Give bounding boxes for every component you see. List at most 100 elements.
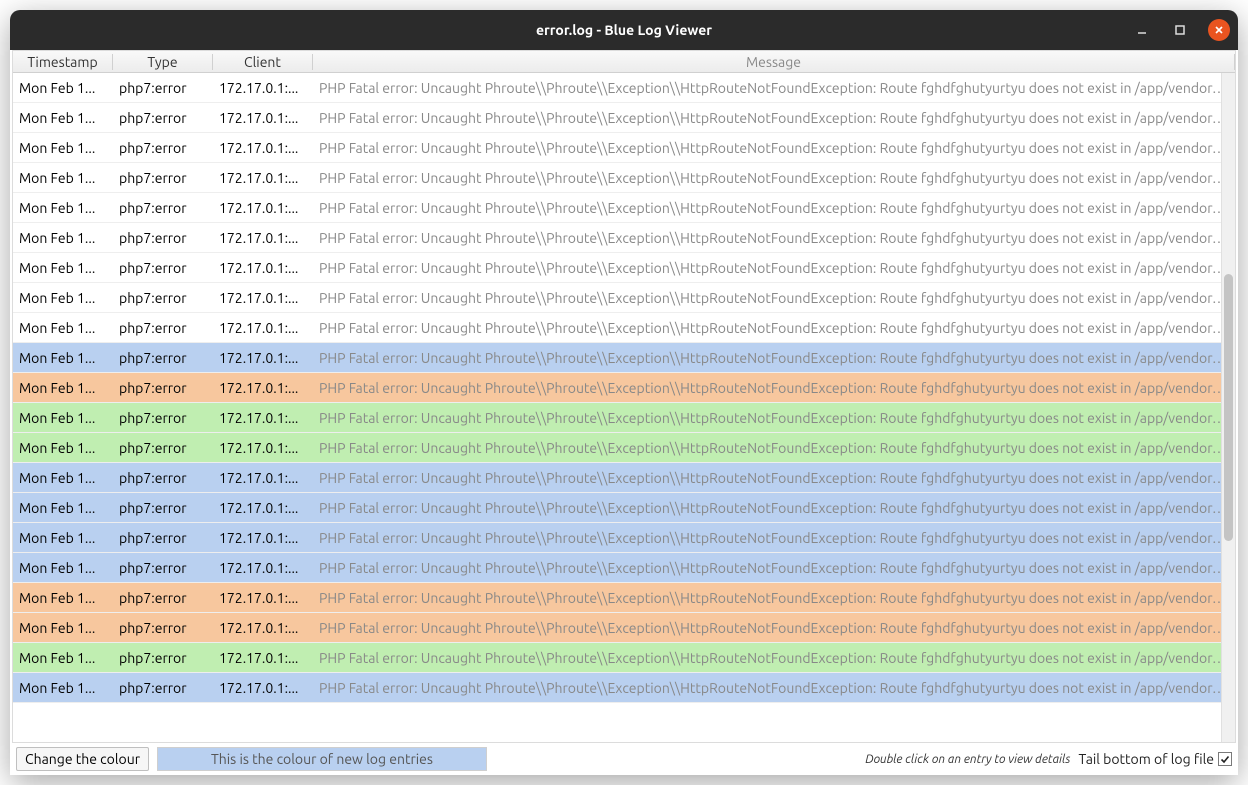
- cell-type: php7:error: [113, 650, 213, 666]
- cell-type: php7:error: [113, 410, 213, 426]
- content-area: Timestamp Type Client Message Mon Feb 1.…: [10, 50, 1238, 775]
- cell-type: php7:error: [113, 260, 213, 276]
- cell-client: 172.17.0.1:...: [213, 260, 313, 276]
- window-frame: error.log - Blue Log Viewer Timestamp Ty…: [10, 10, 1238, 775]
- cell-message: PHP Fatal error: Uncaught Phroute\\Phrou…: [313, 380, 1235, 396]
- cell-type: php7:error: [113, 440, 213, 456]
- cell-timestamp: Mon Feb 1...: [13, 200, 113, 216]
- cell-timestamp: Mon Feb 1...: [13, 110, 113, 126]
- tail-label-text: Tail bottom of log file: [1078, 751, 1214, 767]
- cell-type: php7:error: [113, 320, 213, 336]
- cell-type: php7:error: [113, 290, 213, 306]
- cell-client: 172.17.0.1:...: [213, 380, 313, 396]
- cell-timestamp: Mon Feb 1...: [13, 140, 113, 156]
- tail-label[interactable]: Tail bottom of log file: [1078, 751, 1232, 767]
- cell-message: PHP Fatal error: Uncaught Phroute\\Phrou…: [313, 230, 1235, 246]
- table-row[interactable]: Mon Feb 1...php7:error172.17.0.1:...PHP …: [13, 583, 1235, 613]
- cell-client: 172.17.0.1:...: [213, 500, 313, 516]
- cell-timestamp: Mon Feb 1...: [13, 380, 113, 396]
- cell-client: 172.17.0.1:...: [213, 530, 313, 546]
- cell-timestamp: Mon Feb 1...: [13, 650, 113, 666]
- cell-client: 172.17.0.1:...: [213, 620, 313, 636]
- table-row[interactable]: Mon Feb 1...php7:error172.17.0.1:...PHP …: [13, 283, 1235, 313]
- cell-client: 172.17.0.1:...: [213, 440, 313, 456]
- cell-type: php7:error: [113, 140, 213, 156]
- close-button[interactable]: [1208, 19, 1230, 41]
- table-row[interactable]: Mon Feb 1...php7:error172.17.0.1:...PHP …: [13, 673, 1235, 703]
- column-header-message[interactable]: Message: [313, 54, 1235, 70]
- table-row[interactable]: Mon Feb 1...php7:error172.17.0.1:...PHP …: [13, 163, 1235, 193]
- cell-message: PHP Fatal error: Uncaught Phroute\\Phrou…: [313, 530, 1235, 546]
- cell-timestamp: Mon Feb 1...: [13, 410, 113, 426]
- change-colour-button[interactable]: Change the colour: [16, 747, 149, 771]
- column-header-type[interactable]: Type: [113, 54, 213, 70]
- cell-message: PHP Fatal error: Uncaught Phroute\\Phrou…: [313, 620, 1235, 636]
- cell-timestamp: Mon Feb 1...: [13, 350, 113, 366]
- bottom-bar: Change the colour This is the colour of …: [10, 743, 1238, 775]
- cell-type: php7:error: [113, 110, 213, 126]
- cell-client: 172.17.0.1:...: [213, 290, 313, 306]
- cell-client: 172.17.0.1:...: [213, 650, 313, 666]
- cell-type: php7:error: [113, 380, 213, 396]
- cell-client: 172.17.0.1:...: [213, 470, 313, 486]
- table-row[interactable]: Mon Feb 1...php7:error172.17.0.1:...PHP …: [13, 103, 1235, 133]
- cell-timestamp: Mon Feb 1...: [13, 290, 113, 306]
- cell-message: PHP Fatal error: Uncaught Phroute\\Phrou…: [313, 110, 1235, 126]
- vertical-scrollbar-thumb[interactable]: [1224, 274, 1233, 542]
- cell-message: PHP Fatal error: Uncaught Phroute\\Phrou…: [313, 320, 1235, 336]
- cell-message: PHP Fatal error: Uncaught Phroute\\Phrou…: [313, 470, 1235, 486]
- minimize-button[interactable]: [1132, 20, 1152, 40]
- checkmark-icon: [1220, 754, 1230, 764]
- table-row[interactable]: Mon Feb 1...php7:error172.17.0.1:...PHP …: [13, 493, 1235, 523]
- table-body: Mon Feb 1...php7:error172.17.0.1:...PHP …: [13, 73, 1235, 742]
- cell-timestamp: Mon Feb 1...: [13, 170, 113, 186]
- colour-sample: This is the colour of new log entries: [157, 747, 487, 771]
- table-row[interactable]: Mon Feb 1...php7:error172.17.0.1:...PHP …: [13, 553, 1235, 583]
- cell-client: 172.17.0.1:...: [213, 350, 313, 366]
- cell-type: php7:error: [113, 590, 213, 606]
- cell-type: php7:error: [113, 470, 213, 486]
- column-header-client[interactable]: Client: [213, 54, 313, 70]
- table-row[interactable]: Mon Feb 1...php7:error172.17.0.1:...PHP …: [13, 433, 1235, 463]
- table-row[interactable]: Mon Feb 1...php7:error172.17.0.1:...PHP …: [13, 313, 1235, 343]
- table-row[interactable]: Mon Feb 1...php7:error172.17.0.1:...PHP …: [13, 643, 1235, 673]
- maximize-button[interactable]: [1170, 20, 1190, 40]
- cell-timestamp: Mon Feb 1...: [13, 560, 113, 576]
- cell-timestamp: Mon Feb 1...: [13, 680, 113, 696]
- table-row[interactable]: Mon Feb 1...php7:error172.17.0.1:...PHP …: [13, 133, 1235, 163]
- table-row[interactable]: Mon Feb 1...php7:error172.17.0.1:...PHP …: [13, 223, 1235, 253]
- double-click-hint: Double click on an entry to view details: [495, 753, 1070, 766]
- cell-type: php7:error: [113, 350, 213, 366]
- cell-type: php7:error: [113, 680, 213, 696]
- cell-timestamp: Mon Feb 1...: [13, 470, 113, 486]
- table-row[interactable]: Mon Feb 1...php7:error172.17.0.1:...PHP …: [13, 343, 1235, 373]
- titlebar[interactable]: error.log - Blue Log Viewer: [10, 10, 1238, 50]
- column-header-timestamp[interactable]: Timestamp: [13, 54, 113, 70]
- cell-message: PHP Fatal error: Uncaught Phroute\\Phrou…: [313, 350, 1235, 366]
- table-row[interactable]: Mon Feb 1...php7:error172.17.0.1:...PHP …: [13, 193, 1235, 223]
- table-row[interactable]: Mon Feb 1...php7:error172.17.0.1:...PHP …: [13, 403, 1235, 433]
- cell-timestamp: Mon Feb 1...: [13, 620, 113, 636]
- cell-type: php7:error: [113, 530, 213, 546]
- tail-checkbox[interactable]: [1218, 752, 1232, 766]
- cell-client: 172.17.0.1:...: [213, 170, 313, 186]
- cell-message: PHP Fatal error: Uncaught Phroute\\Phrou…: [313, 260, 1235, 276]
- table-row[interactable]: Mon Feb 1...php7:error172.17.0.1:...PHP …: [13, 253, 1235, 283]
- cell-message: PHP Fatal error: Uncaught Phroute\\Phrou…: [313, 680, 1235, 696]
- cell-type: php7:error: [113, 560, 213, 576]
- cell-client: 172.17.0.1:...: [213, 320, 313, 336]
- cell-client: 172.17.0.1:...: [213, 410, 313, 426]
- cell-timestamp: Mon Feb 1...: [13, 590, 113, 606]
- cell-message: PHP Fatal error: Uncaught Phroute\\Phrou…: [313, 560, 1235, 576]
- table-header-row: Timestamp Type Client Message: [13, 51, 1235, 73]
- window-controls: [1132, 10, 1230, 50]
- cell-message: PHP Fatal error: Uncaught Phroute\\Phrou…: [313, 410, 1235, 426]
- table-row[interactable]: Mon Feb 1...php7:error172.17.0.1:...PHP …: [13, 73, 1235, 103]
- table-row[interactable]: Mon Feb 1...php7:error172.17.0.1:...PHP …: [13, 613, 1235, 643]
- table-row[interactable]: Mon Feb 1...php7:error172.17.0.1:...PHP …: [13, 523, 1235, 553]
- cell-message: PHP Fatal error: Uncaught Phroute\\Phrou…: [313, 290, 1235, 306]
- table-row[interactable]: Mon Feb 1...php7:error172.17.0.1:...PHP …: [13, 373, 1235, 403]
- table-row[interactable]: Mon Feb 1...php7:error172.17.0.1:...PHP …: [13, 463, 1235, 493]
- vertical-scrollbar[interactable]: [1221, 73, 1235, 742]
- cell-client: 172.17.0.1:...: [213, 80, 313, 96]
